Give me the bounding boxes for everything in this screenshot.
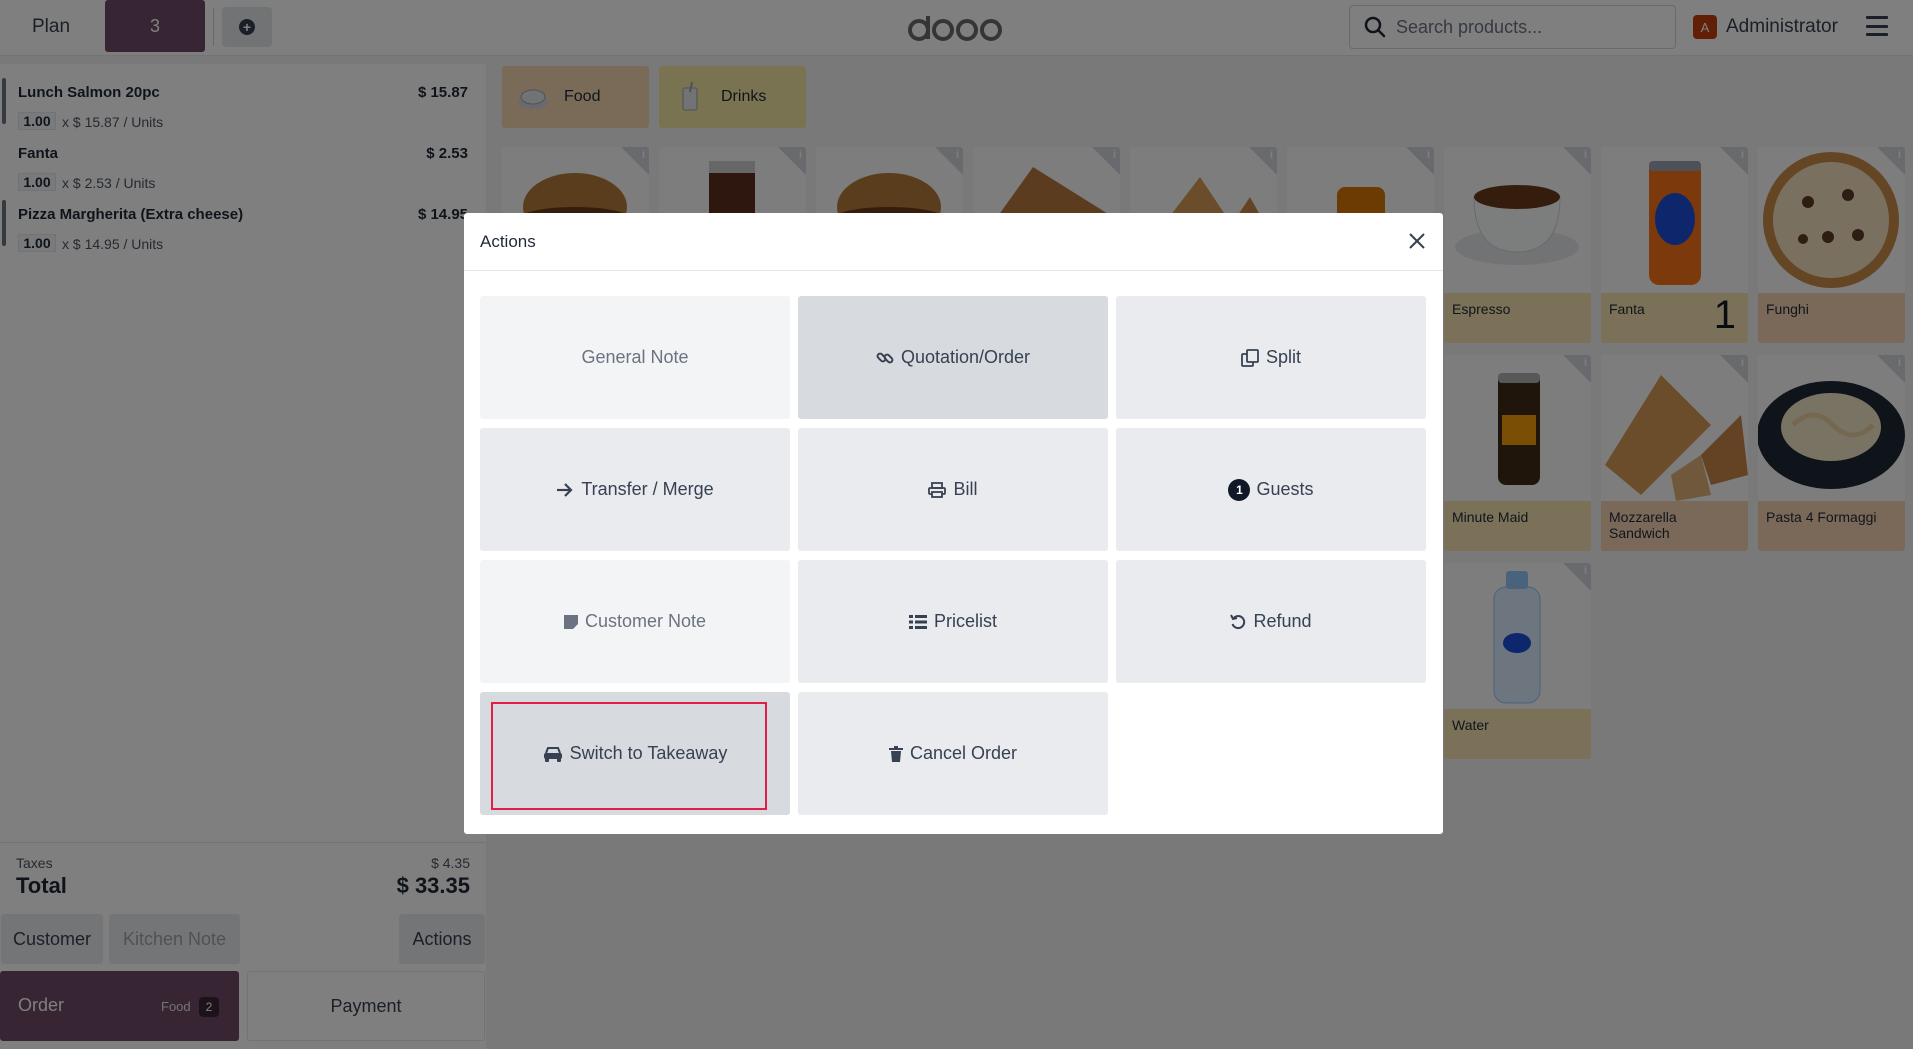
car-icon bbox=[543, 746, 563, 762]
general-note-button[interactable]: General Note bbox=[480, 296, 790, 419]
list-icon bbox=[908, 614, 927, 629]
button-label: Cancel Order bbox=[909, 743, 1018, 763]
button-label: Pricelist bbox=[933, 611, 997, 631]
link-icon bbox=[876, 349, 894, 367]
split-button[interactable]: Split bbox=[1116, 296, 1426, 419]
pricelist-button[interactable]: Pricelist bbox=[798, 560, 1108, 683]
guests-count: 1 bbox=[1228, 478, 1251, 501]
button-label: Bill bbox=[953, 479, 978, 499]
button-label: Transfer / Merge bbox=[581, 479, 714, 499]
refund-button[interactable]: Refund bbox=[1116, 560, 1426, 683]
quotation-order-button[interactable]: Quotation/Order bbox=[798, 296, 1108, 419]
dialog-title: Actions bbox=[480, 232, 536, 251]
trash-icon bbox=[888, 745, 903, 762]
button-label: Switch to Takeaway bbox=[569, 743, 728, 763]
button-label: General Note bbox=[581, 347, 689, 367]
sticky-note-icon bbox=[563, 614, 578, 629]
button-label: Guests bbox=[1256, 479, 1314, 499]
printer-icon bbox=[928, 481, 947, 498]
customer-note-button[interactable]: Customer Note bbox=[480, 560, 790, 683]
button-label: Customer Note bbox=[584, 611, 707, 631]
actions-dialog: Actions General Note Quotation/Order Spl… bbox=[464, 213, 1443, 834]
bill-button[interactable]: Bill bbox=[798, 428, 1108, 551]
split-icon bbox=[1241, 348, 1259, 367]
close-icon[interactable] bbox=[1407, 231, 1427, 251]
button-label: Refund bbox=[1253, 611, 1312, 631]
switch-to-takeaway-button[interactable]: Switch to Takeaway bbox=[480, 692, 790, 815]
dialog-header: Actions bbox=[464, 213, 1443, 271]
transfer-merge-button[interactable]: Transfer / Merge bbox=[480, 428, 790, 551]
button-label: Split bbox=[1265, 347, 1301, 367]
cancel-order-button[interactable]: Cancel Order bbox=[798, 692, 1108, 815]
undo-icon bbox=[1230, 614, 1246, 630]
arrow-right-icon bbox=[556, 482, 574, 498]
guests-button[interactable]: 1 Guests bbox=[1116, 428, 1426, 551]
button-label: Quotation/Order bbox=[900, 347, 1031, 367]
